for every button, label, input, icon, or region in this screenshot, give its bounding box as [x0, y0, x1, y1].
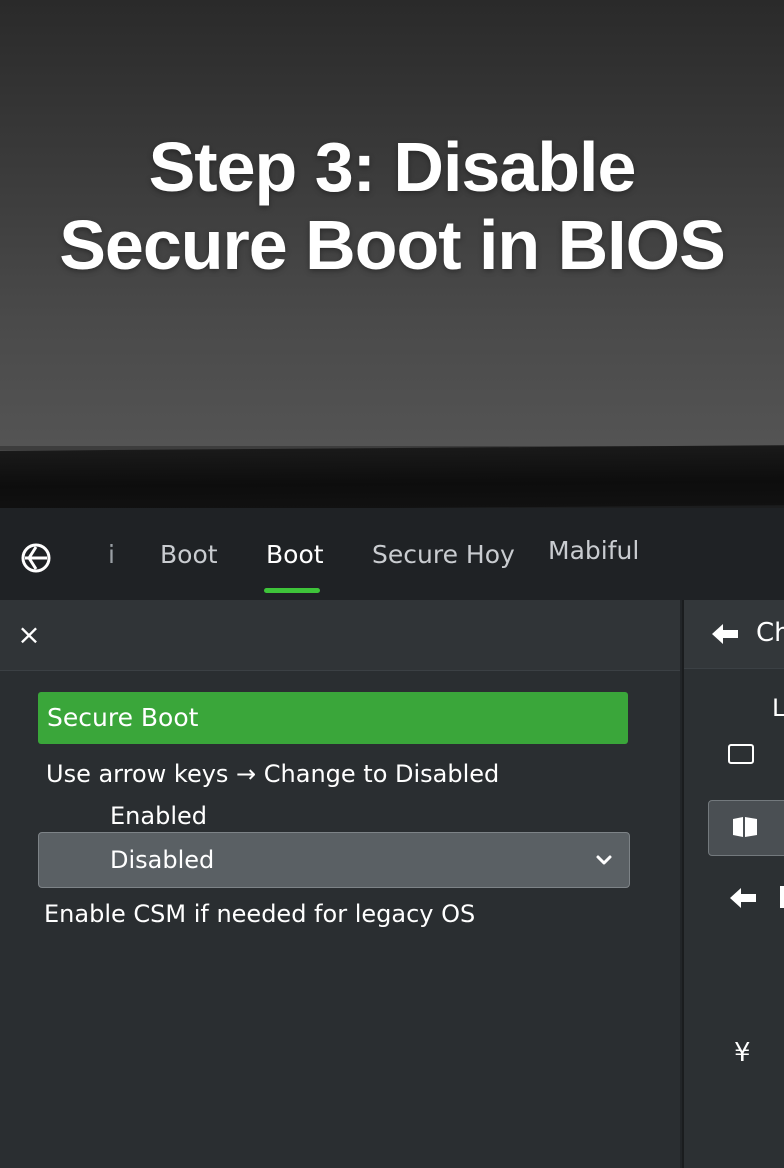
side-panel-edge-mark [780, 886, 784, 908]
nav-item-secure[interactable]: Secure Hoy [372, 540, 515, 569]
chevron-down-icon [596, 855, 612, 865]
tablet-icon[interactable] [728, 744, 754, 764]
book-icon [733, 817, 757, 837]
dropdown-selected-value: Disabled [110, 846, 215, 874]
active-tab-indicator [264, 588, 320, 593]
side-panel-letter: L [772, 694, 784, 722]
nav-item-mabiful[interactable]: Mabiful [548, 536, 639, 565]
yen-icon[interactable]: ¥ [734, 1038, 751, 1068]
bios-top-nav: i Boot Boot Secure Hoy Mabiful [0, 508, 784, 600]
headline-line-2: Secure Boot in BIOS [59, 206, 726, 284]
back-arrow-icon[interactable] [710, 622, 740, 646]
nav-item-boot-1[interactable]: Boot [160, 540, 218, 569]
photo-frame: Step 3: Disable Secure Boot in BIOS i Bo… [0, 0, 784, 1168]
nav-item-info[interactable]: i [108, 540, 115, 569]
side-panel-header: Ch [684, 600, 784, 669]
bios-logo-icon [21, 543, 51, 573]
monitor-bezel [0, 445, 784, 511]
headline-line-1: Step 3: Disable [148, 128, 637, 206]
settings-panel: × Secure Boot Use arrow keys → Change to… [0, 600, 680, 1168]
option-enabled[interactable]: Enabled [110, 802, 207, 830]
side-panel-title: Ch [756, 618, 784, 648]
side-selected-item[interactable] [708, 800, 784, 856]
csm-note: Enable CSM if needed for legacy OS [44, 900, 476, 928]
secure-boot-dropdown[interactable]: Disabled [38, 832, 630, 888]
settings-panel-header: × [0, 600, 680, 671]
close-icon[interactable]: × [16, 621, 42, 649]
back-arrow-icon[interactable] [728, 886, 758, 910]
instruction-text: Use arrow keys → Change to Disabled [46, 760, 500, 788]
side-panel: Ch L ¥ [682, 600, 784, 1168]
tutorial-headline: Step 3: Disable Secure Boot in BIOS [0, 128, 784, 284]
bios-screen: i Boot Boot Secure Hoy Mabiful × Secure … [0, 508, 784, 1168]
nav-item-boot-2[interactable]: Boot [266, 540, 324, 569]
secure-boot-option[interactable]: Secure Boot [38, 692, 628, 744]
